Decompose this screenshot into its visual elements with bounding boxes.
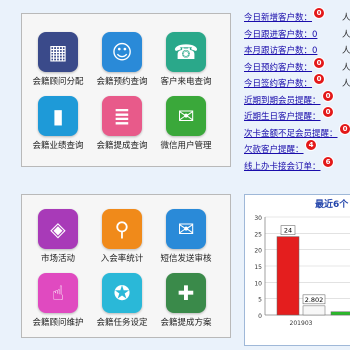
tile-label: 市场活动 <box>40 254 75 264</box>
y-tick-label: 30 <box>254 215 262 222</box>
tile-label: 会籍业绩查询 <box>32 141 84 151</box>
reminder-link[interactable]: 今日跟进客户数：0 <box>244 30 317 40</box>
tile-phone[interactable]: ☎ 客户来电查询 <box>154 32 218 87</box>
tile-award[interactable]: ✪ 会籍任务设定 <box>90 273 154 328</box>
reminder-link-row: 今日新增客户数： 0 人 <box>244 7 350 27</box>
data-label: 2.802 <box>305 296 324 304</box>
reminder-link[interactable]: 线上办卡接会订单： <box>244 162 321 172</box>
reminder-link-row: 近期生日客户提醒： 0 <box>244 106 350 126</box>
reminder-link-row: 次卡金额不足会员提醒： 0 <box>244 122 350 143</box>
reminder-link[interactable]: 今日预约客户数： <box>244 63 312 73</box>
qr-code-icon: ▦ <box>38 32 78 72</box>
reminder-link-list: 今日新增客户数： 0 人今日跟进客户数：0 人本月跟访客户数：0 人今日预约客户数： 0 人… <box>244 7 350 176</box>
count-badge: 0 <box>322 106 334 118</box>
stack-icon: ≣ <box>102 96 142 136</box>
reminder-link-row: 近期到期会员提醒： 0 <box>244 89 350 110</box>
chart-svg: 0 5 10 15 20 25 30 24 2.802 201903 <box>254 215 350 327</box>
count-badge: 0 <box>339 122 350 135</box>
tile-wechat[interactable]: ✉ 微信用户管理 <box>154 96 218 151</box>
unit-label: 人 <box>342 13 350 23</box>
tools-icon: ✚ <box>166 273 206 313</box>
tile-label: 会籍预约查询 <box>96 77 148 87</box>
envelope-icon: ✉ <box>166 209 206 249</box>
tile-qr-code[interactable]: ▦ 会籍顾问分配 <box>26 32 90 87</box>
reminder-link[interactable]: 本月跟访客户数：0 <box>244 46 317 56</box>
tile-hand[interactable]: ☝ 会籍顾问维护 <box>26 273 90 328</box>
tile-label: 会籍任务设定 <box>96 318 148 328</box>
reminder-link[interactable]: 近期生日客户提醒： <box>244 112 321 122</box>
reminder-link[interactable]: 今日新增客户数： <box>244 13 312 23</box>
bar <box>276 236 300 316</box>
reminder-link-row: 今日跟进客户数：0 人 <box>244 27 350 44</box>
tile-label: 会籍顾问维护 <box>32 318 84 328</box>
tile-label: 客户来电查询 <box>160 77 212 87</box>
reminder-link-row: 本月跟访客户数：0 人 <box>244 43 350 60</box>
reminder-link-row: 今日预约客户数： 0 人 <box>244 56 350 77</box>
y-tick-label: 15 <box>254 264 262 271</box>
tile-bar-chart[interactable]: ▮ 会籍业绩查询 <box>26 96 90 151</box>
tile-tools[interactable]: ✚ 会籍提成方案 <box>154 273 218 328</box>
reminder-link-row: 线上办卡接会订单： 6 <box>244 155 350 176</box>
wechat-icon: ✉ <box>166 96 206 136</box>
y-tick-label: 10 <box>254 280 262 287</box>
tile-shopping-bag[interactable]: ◈ 市场活动 <box>26 209 90 264</box>
y-tick-label: 5 <box>258 297 262 304</box>
unit-label: 人 <box>342 29 350 40</box>
magnifier-icon: ⚲ <box>102 209 142 249</box>
tile-label: 会籍顾问分配 <box>32 77 84 87</box>
bar <box>302 305 326 316</box>
bar-chart-icon: ▮ <box>38 96 78 136</box>
tile-label: 会籍提成方案 <box>160 318 212 328</box>
reminder-link[interactable]: 今日签约客户数： <box>244 79 312 89</box>
tile-envelope[interactable]: ✉ 短信发送审核 <box>154 209 218 264</box>
y-tick-label: 20 <box>254 248 262 255</box>
quick-access-panel-bottom: ◈ 市场活动 ⚲ 入会率统计 ✉ 短信发送审核 ☝ 会籍顾问维护 ✪ 会籍任务设定 ✚ 会籍提成方案 <box>21 194 231 338</box>
user-search-icon: ☺ <box>102 32 142 72</box>
x-tick-label: 201903 <box>290 320 313 327</box>
tile-user-search[interactable]: ☺ 会籍预约查询 <box>90 32 154 87</box>
quick-access-panel-top: ▦ 会籍顾问分配 ☺ 会籍预约查询 ☎ 客户来电查询 ▮ 会籍业绩查询 ≣ 会籍提成查询 ✉ 微信用户… <box>21 13 231 167</box>
unit-label: 人 <box>342 62 350 73</box>
count-badge: 0 <box>313 56 325 69</box>
y-tick-label: 25 <box>254 231 262 238</box>
reminder-link[interactable]: 次卡金额不足会员提醒： <box>244 129 338 139</box>
count-badge: 0 <box>313 7 325 19</box>
unit-label: 人 <box>342 46 350 56</box>
count-badge: 0 <box>313 73 325 85</box>
unit-label: 人 <box>342 79 350 89</box>
data-label: 24 <box>284 227 292 235</box>
bar <box>330 311 350 316</box>
tile-label: 会籍提成查询 <box>96 141 148 151</box>
count-badge: 4 <box>305 139 317 151</box>
tile-stack[interactable]: ≣ 会籍提成查询 <box>90 96 154 151</box>
reminder-link-row: 欠款客户提醒： 4 <box>244 139 350 159</box>
hand-icon: ☝ <box>38 273 78 313</box>
tile-label: 入会率统计 <box>100 254 144 264</box>
tile-label: 微信用户管理 <box>160 141 212 151</box>
y-tick-label: 0 <box>258 313 262 320</box>
count-badge: 6 <box>322 155 334 168</box>
reminder-link[interactable]: 欠款客户提醒： <box>244 145 304 155</box>
award-icon: ✪ <box>102 273 142 313</box>
reminder-link-row: 今日签约客户数： 0 人 <box>244 73 350 93</box>
tile-label: 短信发送审核 <box>160 254 212 264</box>
shopping-bag-icon: ◈ <box>38 209 78 249</box>
recent-chart: 最近6个 0 5 10 15 20 25 30 24 2.802 201903 <box>244 194 350 346</box>
reminder-link[interactable]: 近期到期会员提醒： <box>244 96 321 106</box>
tile-magnifier[interactable]: ⚲ 入会率统计 <box>90 209 154 264</box>
phone-icon: ☎ <box>166 32 206 72</box>
count-badge: 0 <box>322 89 334 102</box>
